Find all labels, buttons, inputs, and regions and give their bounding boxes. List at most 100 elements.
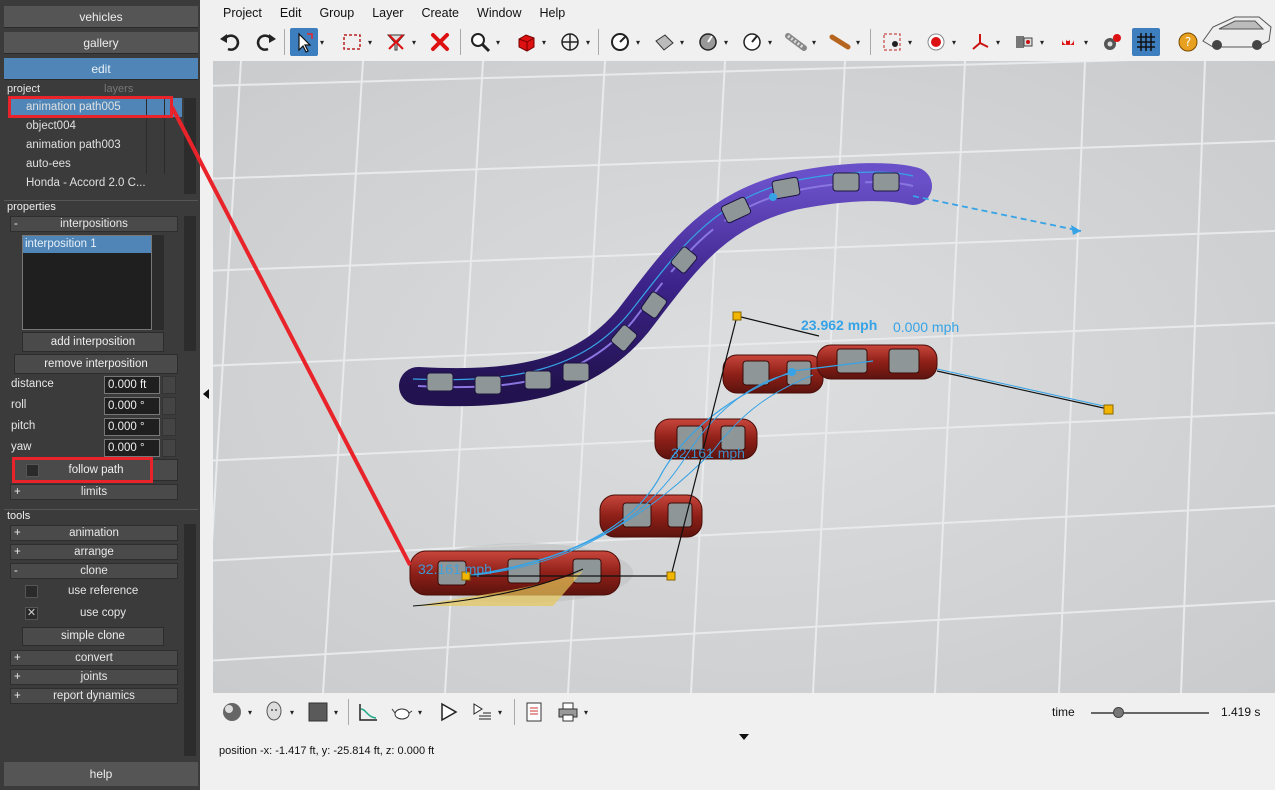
- chevron-down-icon[interactable]: ▾: [416, 708, 424, 717]
- interpositions-list[interactable]: interposition 1: [22, 235, 152, 330]
- chevron-down-icon[interactable]: ▾: [366, 38, 374, 47]
- chevron-down-icon[interactable]: ▾: [950, 38, 958, 47]
- arrange-section[interactable]: + arrange: [10, 544, 178, 560]
- delete-button[interactable]: [426, 27, 454, 57]
- path-node[interactable]: [788, 368, 796, 376]
- simple-clone-button[interactable]: simple clone: [22, 627, 164, 646]
- log-tool[interactable]: ▾: [826, 27, 862, 57]
- light-tool[interactable]: ▾: [1010, 27, 1046, 57]
- tab-project[interactable]: project: [4, 83, 100, 97]
- chevron-down-icon[interactable]: ▾: [246, 708, 254, 717]
- chevron-down-icon[interactable]: ▾: [318, 38, 326, 47]
- vehicles-button[interactable]: vehicles: [4, 6, 198, 28]
- menu-project[interactable]: Project: [214, 3, 271, 23]
- path-node[interactable]: [769, 193, 777, 201]
- box-select-tool[interactable]: ▾: [338, 27, 374, 57]
- clone-section[interactable]: - clone: [10, 563, 178, 579]
- chevron-down-icon[interactable]: ▾: [540, 38, 548, 47]
- roll-spinner[interactable]: [162, 397, 176, 415]
- grid-toggle[interactable]: [1132, 27, 1160, 57]
- scene-canvas[interactable]: [213, 61, 1275, 693]
- chevron-down-icon[interactable]: ▾: [288, 708, 296, 717]
- edit-button[interactable]: edit: [4, 58, 198, 80]
- play-button[interactable]: [434, 697, 462, 727]
- chevron-down-icon[interactable]: ▾: [766, 38, 774, 47]
- menu-window[interactable]: Window: [468, 3, 530, 23]
- menu-layer[interactable]: Layer: [363, 3, 412, 23]
- expand-down-arrow-icon[interactable]: [739, 734, 749, 740]
- project-item-auto-ees[interactable]: auto-ees: [8, 155, 182, 174]
- use-copy-checkbox[interactable]: ✕: [25, 607, 38, 620]
- help-tool[interactable]: ?: [1174, 27, 1202, 57]
- graph-button[interactable]: [354, 697, 382, 727]
- 3d-viewport[interactable]: 23.962 mph 0.000 mph 32.161 mph 32.161 m…: [213, 61, 1275, 693]
- joints-section[interactable]: + joints: [10, 669, 178, 685]
- playback-options[interactable]: ▾: [468, 697, 504, 727]
- limits-section[interactable]: + limits: [10, 484, 178, 500]
- chevron-down-icon[interactable]: ▾: [906, 38, 914, 47]
- pitch-spinner[interactable]: [162, 418, 176, 436]
- surface-tool[interactable]: ▾: [650, 27, 686, 57]
- help-button[interactable]: help: [4, 762, 198, 786]
- interpositions-section[interactable]: - interpositions: [10, 216, 178, 232]
- print-button[interactable]: ▾: [554, 697, 590, 727]
- chevron-down-icon[interactable]: ▾: [584, 38, 592, 47]
- project-item-honda-accord[interactable]: Honda - Accord 2.0 C...: [8, 174, 182, 193]
- chevron-down-icon[interactable]: ▾: [810, 38, 818, 47]
- compass-tool[interactable]: ▾: [738, 27, 774, 57]
- interposition-item[interactable]: interposition 1: [23, 236, 151, 253]
- convert-section[interactable]: + convert: [10, 650, 178, 666]
- chevron-down-icon[interactable]: ▾: [496, 708, 504, 717]
- render-tool[interactable]: ▾: [388, 697, 424, 727]
- project-item-object004[interactable]: object004: [8, 117, 182, 136]
- move-tool[interactable]: ▾: [556, 27, 592, 57]
- chevron-down-icon[interactable]: ▾: [854, 38, 862, 47]
- record-tool[interactable]: ▾: [922, 27, 958, 57]
- use-reference-checkbox[interactable]: [25, 585, 38, 598]
- tools-scrollbar[interactable]: [184, 524, 196, 756]
- character-tool[interactable]: ▾: [260, 697, 296, 727]
- pitch-field[interactable]: 0.000 °: [104, 418, 160, 436]
- interpositions-scrollbar[interactable]: [152, 235, 164, 330]
- select-tool[interactable]: ▾: [290, 27, 326, 57]
- animation-section[interactable]: + animation: [10, 525, 178, 541]
- axes-tool[interactable]: ▾: [966, 27, 1002, 57]
- chevron-down-icon[interactable]: ▾: [494, 38, 502, 47]
- chevron-down-icon[interactable]: ▾: [1038, 38, 1046, 47]
- gauge-tool[interactable]: ▾: [606, 27, 642, 57]
- undo-button[interactable]: [216, 27, 244, 57]
- distance-field[interactable]: 0.000 ft: [104, 376, 160, 394]
- chevron-down-icon[interactable]: ▾: [678, 38, 686, 47]
- magnet-tool[interactable]: ▾: [1054, 27, 1090, 57]
- spring-tool[interactable]: ▾: [782, 27, 818, 57]
- settings-button[interactable]: [1098, 27, 1126, 57]
- camera-target-tool[interactable]: ▾: [878, 27, 914, 57]
- time-slider-thumb[interactable]: [1112, 707, 1124, 718]
- chevron-down-icon[interactable]: ▾: [582, 708, 590, 717]
- project-list-scrollbar[interactable]: [184, 98, 196, 194]
- zoom-tool[interactable]: ▾: [466, 27, 502, 57]
- remove-interposition-button[interactable]: remove interposition: [14, 354, 178, 374]
- dial-tool[interactable]: ▾: [694, 27, 730, 57]
- yaw-spinner[interactable]: [162, 439, 176, 457]
- chevron-down-icon[interactable]: ▾: [994, 38, 1002, 47]
- color-tool[interactable]: ▾: [304, 697, 340, 727]
- distance-spinner[interactable]: [162, 376, 176, 394]
- collapse-panel-arrow-icon[interactable]: [203, 389, 209, 399]
- chevron-down-icon[interactable]: ▾: [410, 38, 418, 47]
- filter-tool[interactable]: ▾: [382, 27, 418, 57]
- chevron-down-icon[interactable]: ▾: [332, 708, 340, 717]
- chevron-down-icon[interactable]: ▾: [634, 38, 642, 47]
- redo-button[interactable]: [252, 27, 280, 57]
- add-interposition-button[interactable]: add interposition: [22, 332, 164, 352]
- material-tool[interactable]: ▾: [218, 697, 254, 727]
- roll-field[interactable]: 0.000 °: [104, 397, 160, 415]
- menu-create[interactable]: Create: [412, 3, 468, 23]
- yaw-field[interactable]: 0.000 °: [104, 439, 160, 457]
- properties-scrollbar[interactable]: [184, 216, 196, 351]
- project-item-animation-path003[interactable]: animation path003: [8, 136, 182, 155]
- menu-edit[interactable]: Edit: [271, 3, 311, 23]
- report-dynamics-section[interactable]: + report dynamics: [10, 688, 178, 704]
- time-slider[interactable]: [1091, 712, 1209, 714]
- chevron-down-icon[interactable]: ▾: [722, 38, 730, 47]
